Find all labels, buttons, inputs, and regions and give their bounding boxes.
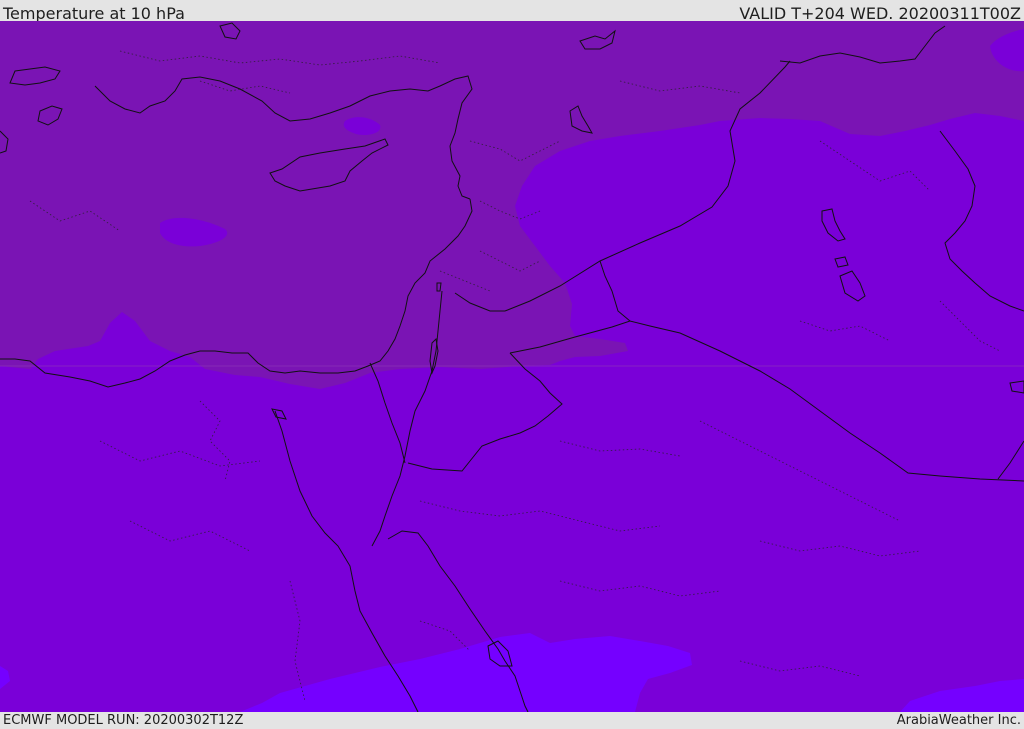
credit-label: ArabiaWeather Inc. [896, 713, 1021, 728]
map-frame: Temperature at 10 hPa VALID T+204 WED. 2… [0, 0, 1024, 729]
map-title: Temperature at 10 hPa [3, 4, 185, 23]
valid-time-label: VALID T+204 WED. 20200311T00Z [739, 4, 1021, 23]
map-svg [0, 21, 1024, 712]
map-canvas[interactable] [0, 21, 1024, 712]
model-run-label: ECMWF MODEL RUN: 20200302T12Z [3, 713, 244, 728]
